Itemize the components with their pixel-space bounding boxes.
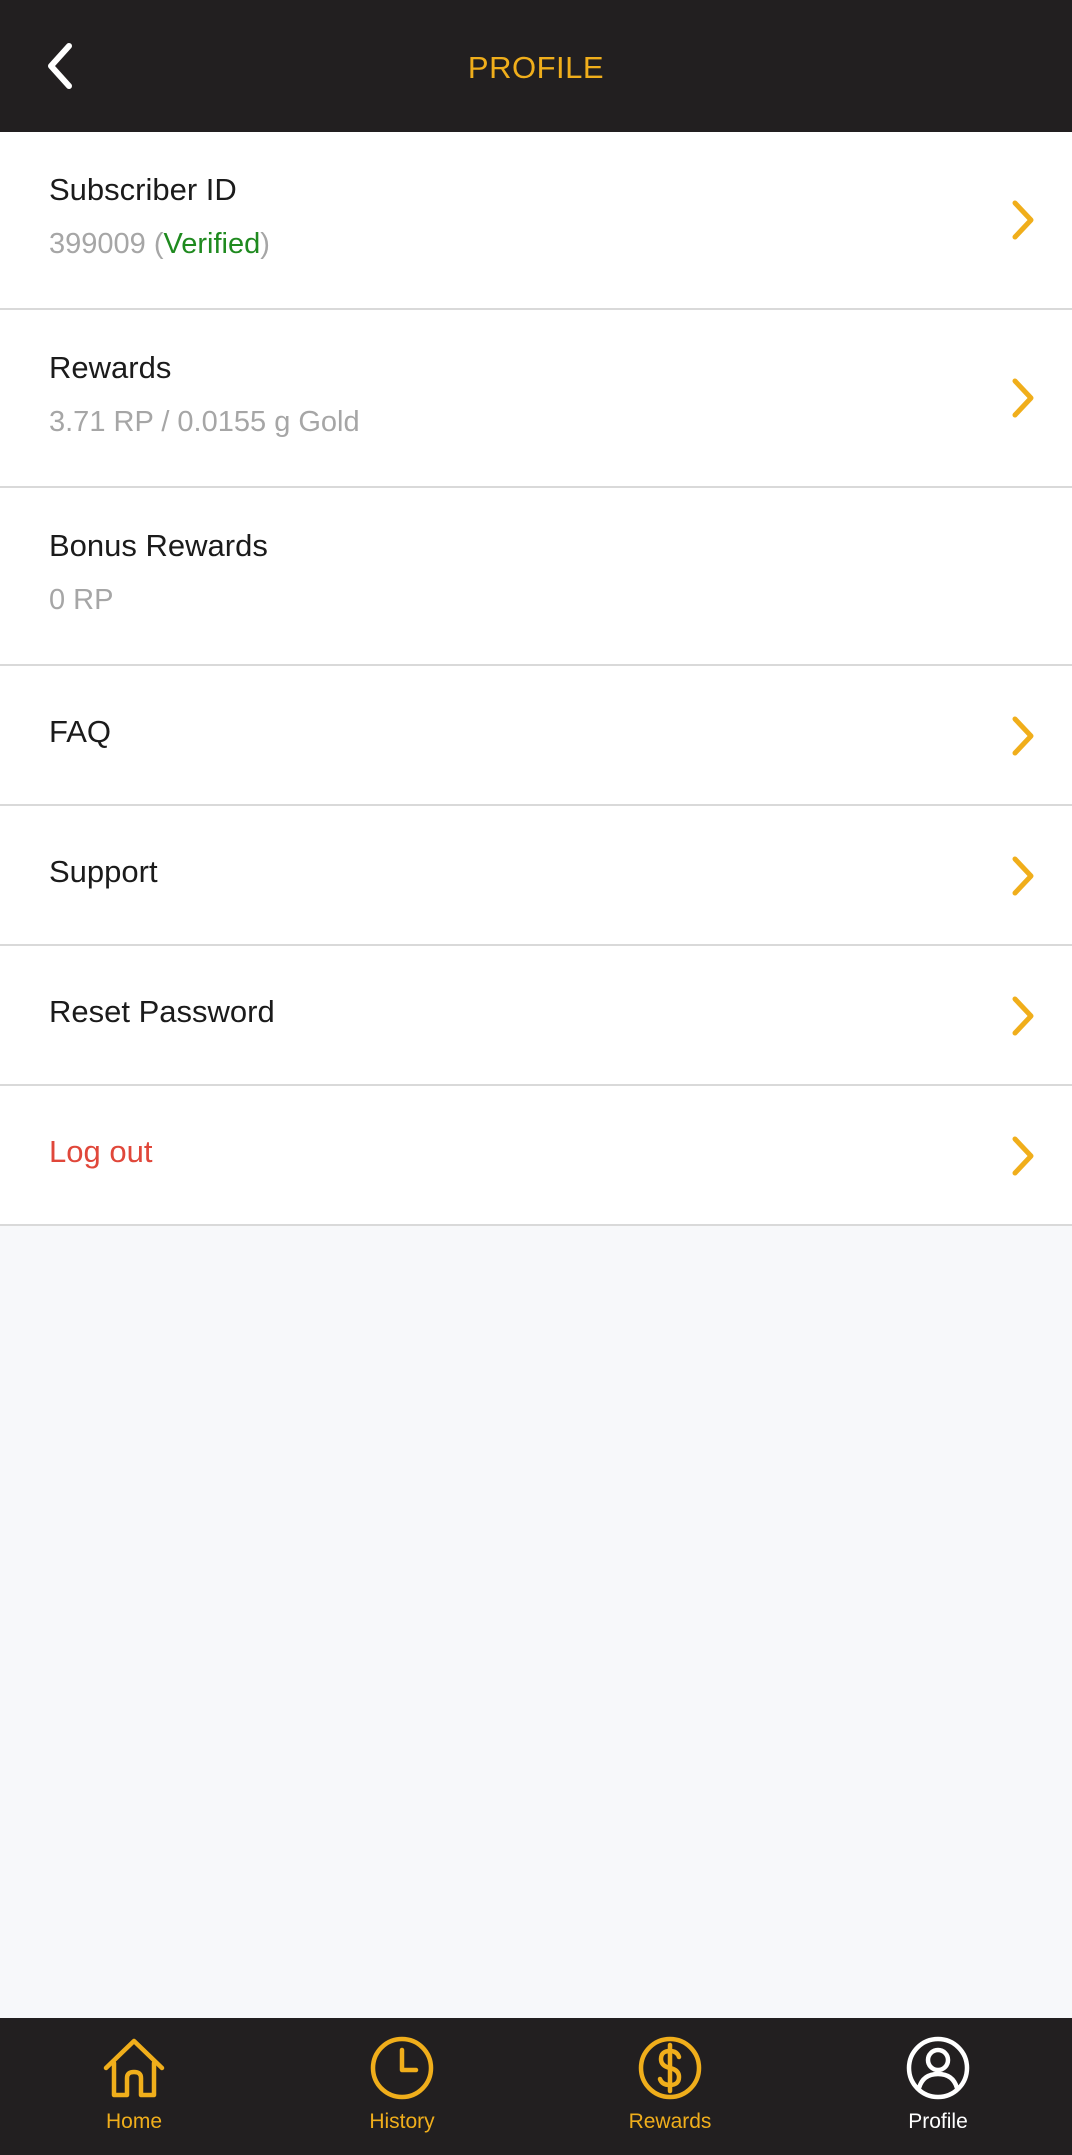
bonus-rewards-label: Bonus Rewards xyxy=(49,528,268,563)
page-title: PROFILE xyxy=(467,50,605,85)
subscriber-id-number: 399009 xyxy=(49,228,146,260)
faq-label: FAQ xyxy=(49,714,112,749)
chevron-right-icon xyxy=(1012,716,1034,756)
chevron-right-icon xyxy=(1012,1136,1034,1176)
chevron-right-icon xyxy=(1012,996,1034,1036)
nav-item-rewards[interactable]: Rewards xyxy=(536,2018,804,2155)
dollar-icon xyxy=(638,2036,702,2100)
log-out-row[interactable]: Log out xyxy=(0,1086,1072,1226)
reset-password-label: Reset Password xyxy=(49,994,275,1029)
verified-status: Verified xyxy=(163,228,261,260)
nav-label-profile: Profile xyxy=(908,2110,968,2133)
rewards-value: 3.71 RP / 0.0155 g Gold xyxy=(49,406,360,438)
bonus-rewards-row: Bonus Rewards 0 RP xyxy=(0,488,1072,666)
rewards-row[interactable]: Rewards 3.71 RP / 0.0155 g Gold xyxy=(0,310,1072,488)
reset-password-row[interactable]: Reset Password xyxy=(0,946,1072,1086)
subscriber-id-row[interactable]: Subscriber ID 399009 (Verified) xyxy=(0,132,1072,310)
log-out-label: Log out xyxy=(49,1134,153,1169)
faq-row[interactable]: FAQ xyxy=(0,666,1072,806)
rewards-label: Rewards xyxy=(49,350,172,385)
clock-icon xyxy=(370,2036,434,2100)
bonus-rewards-value: 0 RP xyxy=(49,584,114,616)
subscriber-id-label: Subscriber ID xyxy=(49,172,237,207)
profile-menu-list: Subscriber ID 399009 (Verified) Rewards … xyxy=(0,132,1072,1226)
nav-item-home[interactable]: Home xyxy=(0,2018,268,2155)
nav-label-home: Home xyxy=(105,2110,163,2133)
nav-label-rewards: Rewards xyxy=(628,2110,712,2133)
nav-item-history[interactable]: History xyxy=(268,2018,536,2155)
nav-item-profile[interactable]: Profile xyxy=(804,2018,1072,2155)
nav-label-history: History xyxy=(369,2110,435,2133)
chevron-right-icon xyxy=(1012,856,1034,896)
chevron-right-icon xyxy=(1012,378,1034,418)
support-label: Support xyxy=(49,854,158,889)
bottom-nav: Home History Rewards Profile xyxy=(0,2018,1072,2155)
user-icon xyxy=(906,2036,970,2100)
chevron-right-icon xyxy=(1012,200,1034,240)
paren-close: ) xyxy=(260,228,270,260)
paren-open: ( xyxy=(145,228,164,260)
subscriber-id-value: 399009 (Verified) xyxy=(49,228,270,261)
top-bar: PROFILE xyxy=(0,0,1072,132)
support-row[interactable]: Support xyxy=(0,806,1072,946)
home-icon xyxy=(103,2038,165,2098)
